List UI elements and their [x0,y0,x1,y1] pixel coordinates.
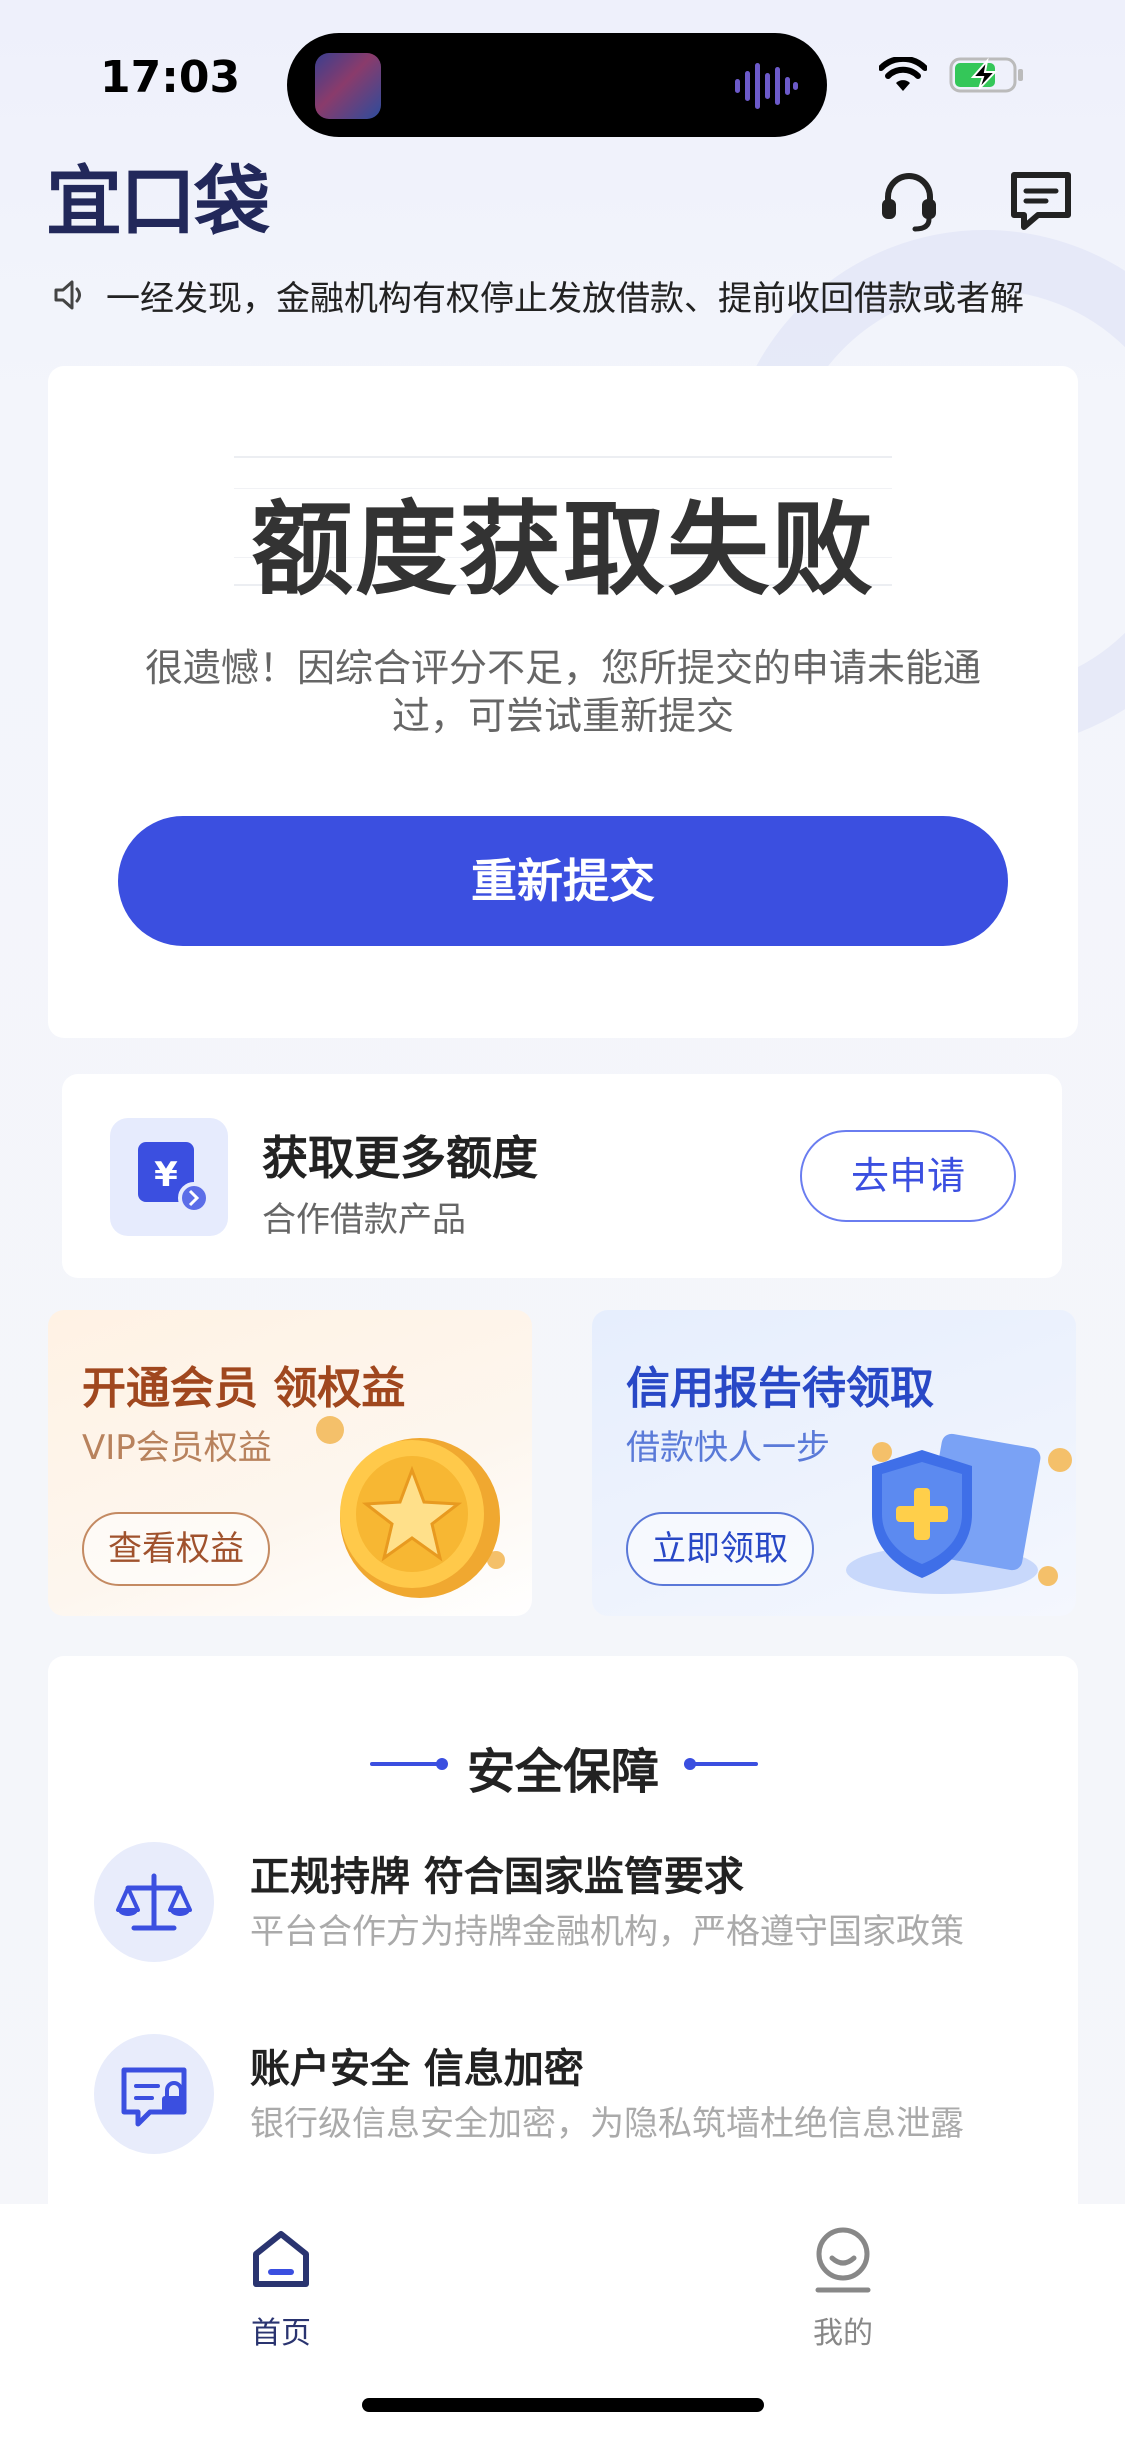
notice-bar[interactable]: 一经发现，金融机构有权停止发放借款、提前收回借款或者解 [52,270,1072,320]
vip-promo-title: 开通会员 领权益 [82,1363,406,1414]
tab-home-label: 首页 [251,2316,311,2351]
secure-message-icon [94,2034,214,2154]
message-icon[interactable] [1006,165,1076,235]
security-item-title: 正规持牌 符合国家监管要求 [250,1854,744,1900]
wifi-icon [879,57,927,91]
status-icons [879,56,1025,94]
quota-subtitle: 合作借款产品 [262,1200,466,1240]
more-quota-card[interactable]: ¥ 获取更多额度 合作借款产品 去申请 [62,1074,1062,1278]
tab-profile-label: 我的 [813,2316,873,2351]
shield-document-icon [846,1433,1072,1594]
result-card: 额度获取失败 很遗憾！因综合评分不足，您所提交的申请未能通过，可尝试重新提交 重… [48,366,1078,1038]
scale-icon [94,1842,214,1962]
gold-coin-star-icon [316,1416,505,1598]
security-item-desc: 银行级信息安全加密，为隐私筑墙杜绝信息泄露 [250,2104,964,2144]
app-screen: 17:03 宜口袋 一经发现，金融机构有权停止发放借款、提前收回借款或者解 额度… [0,0,1125,2439]
notice-text: 一经发现，金融机构有权停止发放借款、提前收回借款或者解 [106,278,1024,319]
profile-icon [815,2227,871,2293]
dynamic-island[interactable] [287,33,827,137]
logo-text: 宜口袋 [46,157,270,246]
app-logo: 宜口袋 [46,150,270,246]
vip-promo-subtitle: VIP会员权益 [82,1428,272,1468]
quota-icon: ¥ [110,1118,228,1236]
home-icon [253,2231,309,2287]
svg-text:¥: ¥ [154,1155,178,1195]
result-title: 额度获取失败 [251,491,875,610]
security-item-license: 正规持牌 符合国家监管要求 平台合作方为持牌金融机构，严格遵守国家政策 [94,1842,1054,1972]
credit-report-promo-card[interactable]: 信用报告待领取 借款快人一步 立即领取 [592,1310,1076,1616]
audio-wave-icon [735,63,798,109]
security-item-encryption: 账户安全 信息加密 银行级信息安全加密，为隐私筑墙杜绝信息泄露 [94,2034,1054,2164]
customer-service-icon[interactable] [874,165,944,235]
security-item-title: 账户安全 信息加密 [250,2046,584,2092]
apply-button[interactable]: 去申请 [800,1130,1016,1222]
tab-home[interactable]: 首页 [201,2224,361,2352]
security-heading: 安全保障 [466,1744,659,1800]
claim-now-button[interactable]: 立即领取 [626,1512,814,1586]
battery-charging-icon [949,57,1023,93]
tab-profile[interactable]: 我的 [763,2224,923,2352]
speaker-icon [54,280,81,310]
security-item-desc: 平台合作方为持牌金融机构，严格遵守国家政策 [250,1912,964,1952]
result-description: 很遗憾！因综合评分不足，您所提交的申请未能通过，可尝试重新提交 [144,646,981,738]
status-time: 17:03 [100,52,241,103]
view-benefits-button[interactable]: 查看权益 [82,1512,270,1586]
resubmit-button[interactable]: 重新提交 [118,816,1008,946]
now-playing-artwork [315,53,381,119]
home-indicator[interactable] [362,2398,764,2412]
credit-promo-subtitle: 借款快人一步 [626,1428,830,1468]
result-title-frame: 额度获取失败 [234,456,892,610]
quota-title: 获取更多额度 [262,1131,538,1185]
vip-promo-card[interactable]: 开通会员 领权益 VIP会员权益 查看权益 [48,1310,532,1616]
credit-promo-title: 信用报告待领取 [626,1363,934,1414]
